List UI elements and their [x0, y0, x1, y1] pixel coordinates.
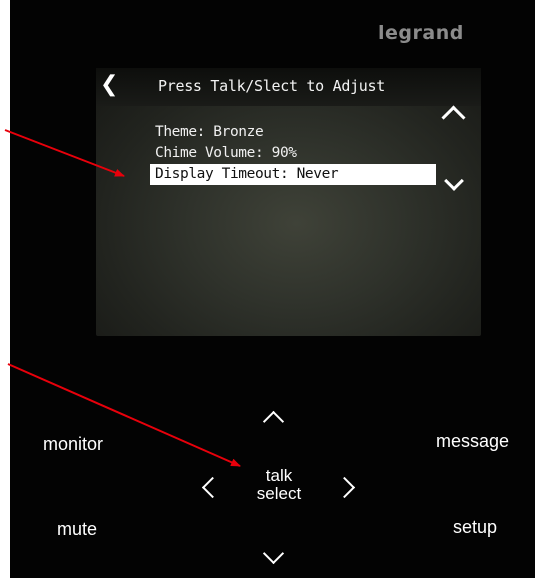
nav-left-chevron-icon[interactable] — [201, 476, 224, 499]
settings-list: Theme: Bronze Chime Volume: 90% Display … — [150, 122, 436, 185]
lcd-screen: ❮ Press Talk/Slect to Adjust Theme: Bron… — [96, 68, 481, 336]
mute-button[interactable]: mute — [57, 519, 97, 540]
talk-select-button[interactable]: talk select — [246, 467, 312, 503]
select-label: select — [256, 484, 302, 503]
scroll-down-chevron-icon[interactable] — [444, 171, 464, 191]
setting-theme[interactable]: Theme: Bronze — [150, 122, 436, 143]
intercom-panel: legrand ❮ Press Talk/Slect to Adjust The… — [10, 0, 535, 578]
scroll-up-chevron-icon[interactable] — [441, 105, 466, 130]
monitor-button[interactable]: monitor — [43, 434, 103, 455]
setting-display-timeout[interactable]: Display Timeout: Never — [150, 164, 436, 185]
brand-logo: legrand — [378, 22, 464, 44]
nav-down-chevron-icon[interactable] — [262, 542, 285, 565]
message-button[interactable]: message — [436, 431, 509, 452]
nav-right-chevron-icon[interactable] — [333, 476, 356, 499]
talk-label: talk — [265, 466, 293, 485]
screen-title: Press Talk/Slect to Adjust — [158, 77, 386, 95]
setting-chime-volume[interactable]: Chime Volume: 90% — [150, 143, 436, 164]
nav-up-chevron-icon[interactable] — [262, 410, 285, 433]
screen-header: ❮ Press Talk/Slect to Adjust — [96, 68, 481, 106]
setup-button[interactable]: setup — [453, 517, 497, 538]
back-chevron-icon[interactable]: ❮ — [100, 72, 118, 97]
